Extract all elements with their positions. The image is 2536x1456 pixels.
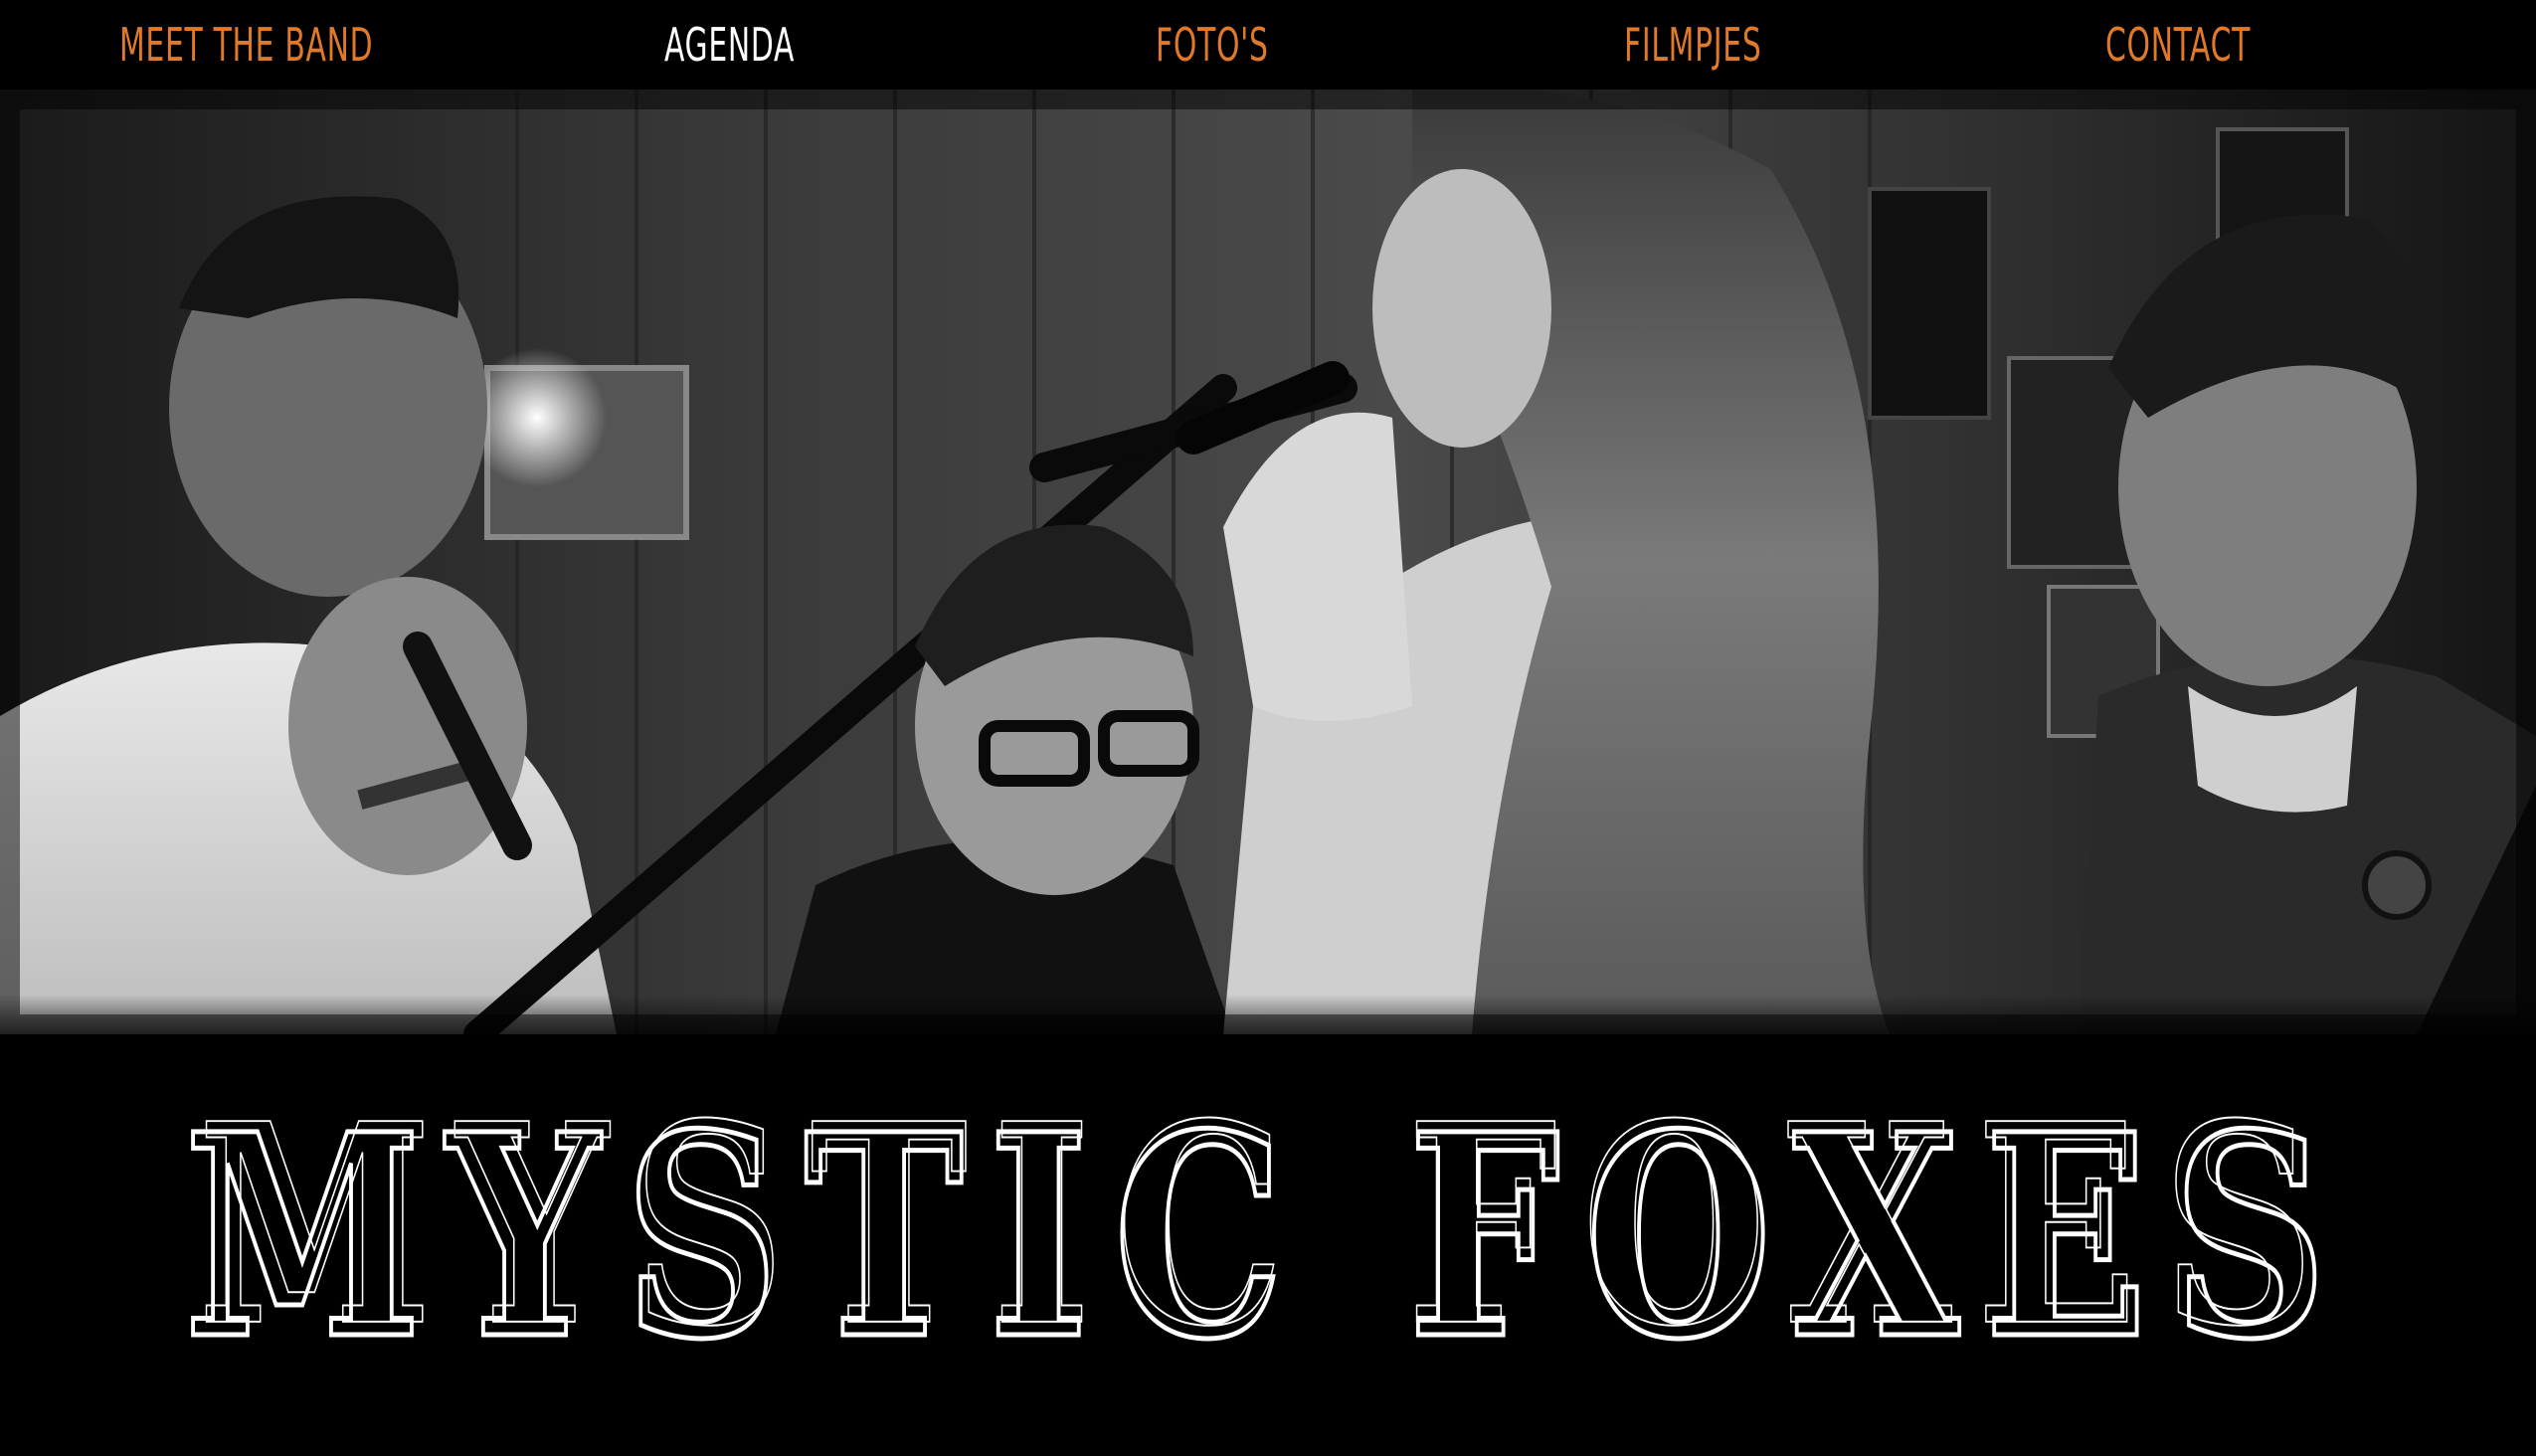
nav-item-meet-the-band[interactable]: MEET THE BAND (119, 10, 373, 80)
nav-item-filmpjes[interactable]: FILMPJES (1624, 10, 1761, 80)
title-inline: MYSTIC FOXES (198, 1074, 2340, 1372)
site-title: MYSTIC FOXES MYSTIC FOXES (149, 1063, 2387, 1404)
nav-item-agenda[interactable]: AGENDA (664, 10, 795, 80)
nav-item-fotos[interactable]: FOTO'S (1156, 10, 1269, 80)
band-photo (0, 90, 2536, 1034)
main-nav: MEET THE BAND AGENDA FOTO'S FILMPJES CON… (0, 0, 2536, 90)
nav-item-contact[interactable]: CONTACT (2105, 10, 2251, 80)
page: MEET THE BAND AGENDA FOTO'S FILMPJES CON… (0, 0, 2536, 1456)
